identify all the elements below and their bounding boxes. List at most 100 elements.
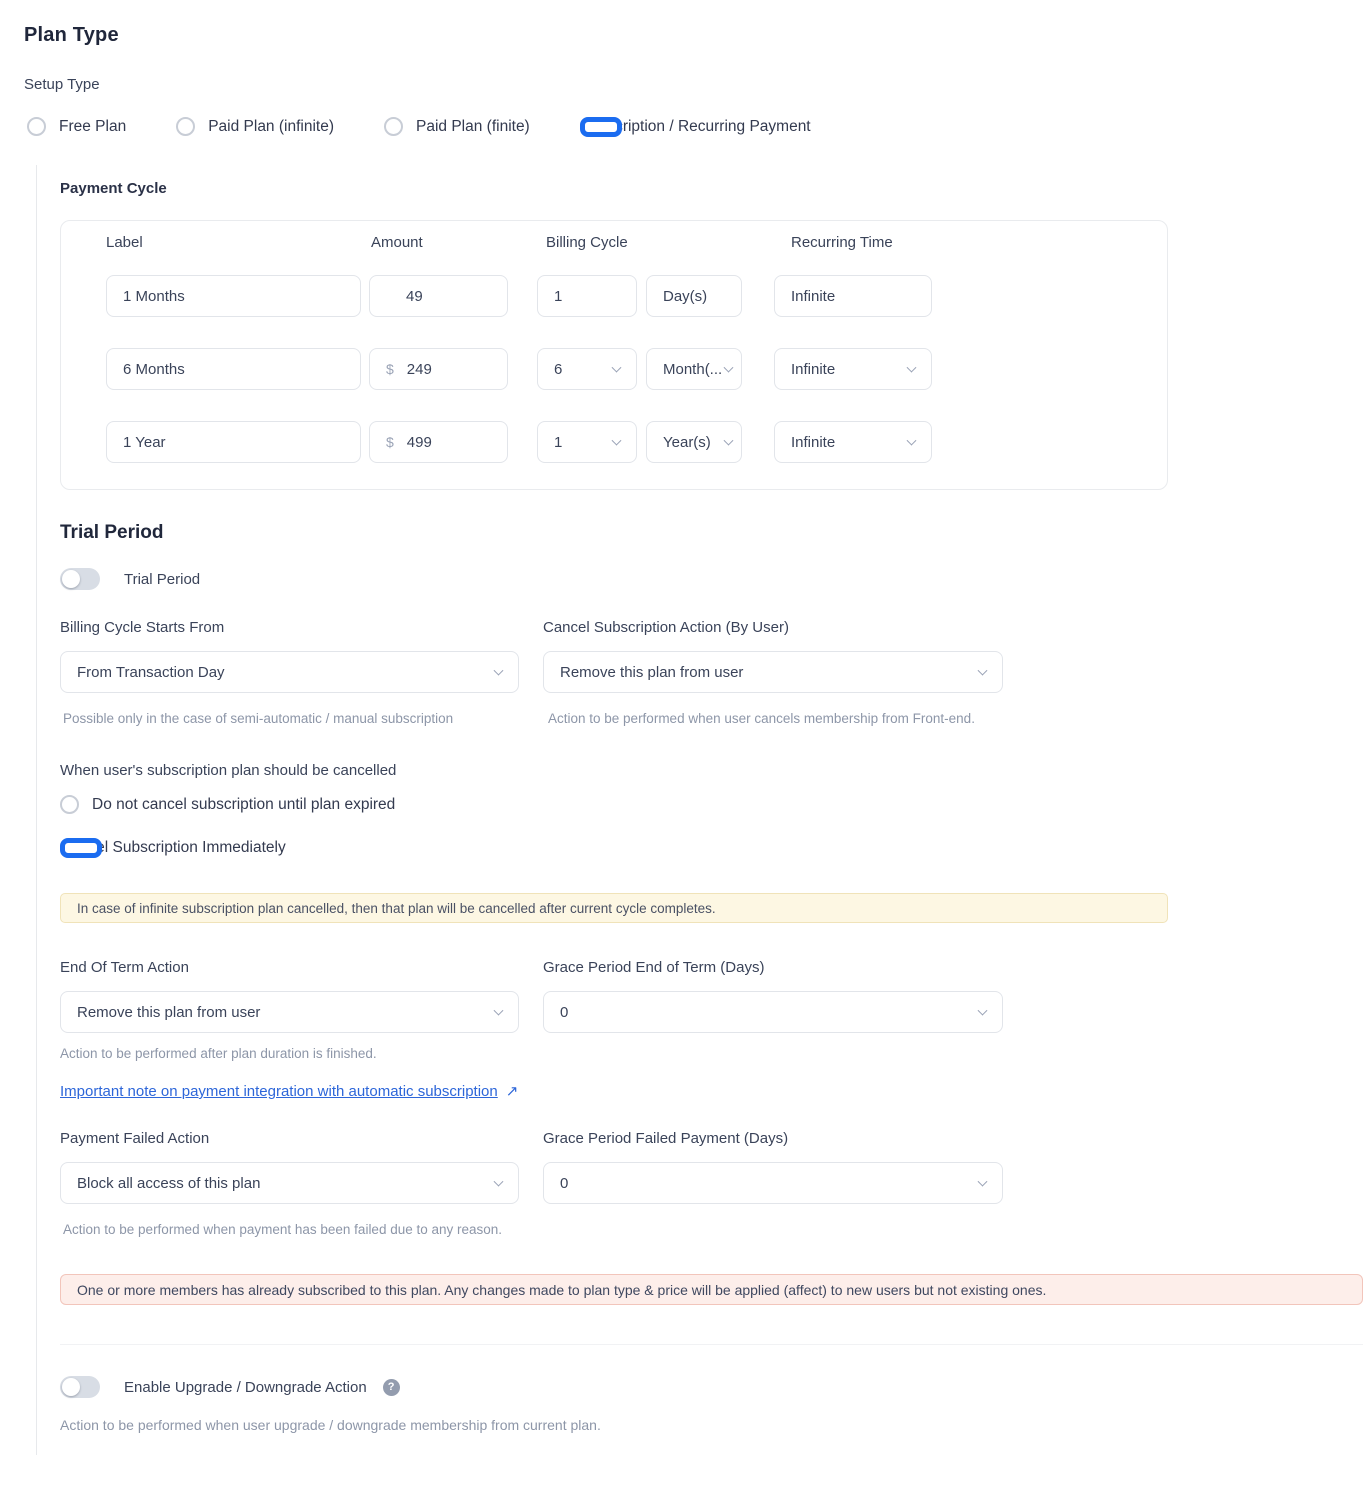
grace-end-select[interactable]: 0	[543, 991, 1003, 1033]
payment-failed-label: Payment Failed Action	[60, 1130, 209, 1147]
payment-failed-help: Action to be performed when payment has …	[63, 1220, 508, 1240]
chevron-down-icon	[978, 1006, 988, 1016]
chevron-down-icon	[907, 363, 917, 373]
setup-type-radio-group: Free Plan Paid Plan (infinite) Paid Plan…	[27, 117, 811, 136]
trial-period-toggle-label: Trial Period	[124, 571, 200, 588]
plan-type-settings-page: Plan Type Setup Type Free Plan Paid Plan…	[0, 0, 1366, 1485]
cycle-count-select[interactable]: 6	[537, 348, 637, 390]
cycle-count-select[interactable]: 1	[537, 421, 637, 463]
cycle-amount-input[interactable]: 49	[369, 275, 508, 317]
radio-label: Do not cancel subscription until plan ex…	[92, 796, 395, 814]
input-value: Day(s)	[663, 288, 707, 305]
payment-cycle-panel: Label Amount Billing Cycle Recurring Tim…	[60, 220, 1168, 490]
select-value: Remove this plan from user	[560, 664, 743, 681]
upgrade-help: Action to be performed when user upgrade…	[60, 1415, 760, 1435]
radio-cancel-immediately[interactable]: Cancel Subscription Immediately	[60, 839, 286, 857]
notice-text: In case of infinite subscription plan ca…	[77, 901, 716, 916]
cycle-label-input[interactable]: 6 Months	[106, 348, 361, 390]
help-question-icon[interactable]: ?	[383, 1379, 400, 1396]
cancel-action-label: Cancel Subscription Action (By User)	[543, 619, 789, 636]
column-header-billing-cycle: Billing Cycle	[546, 234, 628, 251]
input-value: 1	[554, 288, 562, 305]
select-value: From Transaction Day	[77, 664, 225, 681]
select-value: Infinite	[791, 361, 835, 378]
grace-failed-select[interactable]: 0	[543, 1162, 1003, 1204]
currency-symbol: $	[386, 361, 394, 377]
cancel-action-select[interactable]: Remove this plan from user	[543, 651, 1003, 693]
setup-type-label: Setup Type	[24, 76, 100, 93]
chevron-down-icon	[612, 363, 622, 373]
billing-start-label: Billing Cycle Starts From	[60, 619, 224, 636]
radio-free-plan[interactable]: Free Plan	[27, 117, 126, 136]
radio-paid-plan-infinite[interactable]: Paid Plan (infinite)	[176, 117, 334, 136]
radio-unselected-icon	[60, 795, 79, 814]
chevron-down-icon	[494, 1177, 504, 1187]
end-of-term-help: Action to be performed after plan durati…	[60, 1044, 530, 1064]
chevron-down-icon	[907, 436, 917, 446]
input-value: 6 Months	[123, 361, 185, 378]
cancel-action-help: Action to be performed when user cancels…	[548, 709, 1000, 729]
cycle-amount-input[interactable]: $499	[369, 421, 508, 463]
radio-selected-icon	[580, 117, 622, 137]
radio-unselected-icon	[384, 117, 403, 136]
payment-note-link[interactable]: Important note on payment integration wi…	[60, 1083, 498, 1100]
column-header-amount: Amount	[371, 234, 423, 251]
payment-cycle-title: Payment Cycle	[60, 180, 167, 197]
payment-failed-select[interactable]: Block all access of this plan	[60, 1162, 519, 1204]
upgrade-downgrade-toggle[interactable]	[60, 1376, 100, 1398]
infinite-cancel-notice: In case of infinite subscription plan ca…	[60, 893, 1168, 923]
chevron-down-icon	[724, 436, 734, 446]
billing-start-select[interactable]: From Transaction Day	[60, 651, 519, 693]
trial-period-title: Trial Period	[60, 522, 163, 544]
radio-selected-icon	[60, 838, 102, 858]
radio-do-not-cancel[interactable]: Do not cancel subscription until plan ex…	[60, 795, 395, 814]
chevron-down-icon	[978, 666, 988, 676]
toggle-knob-icon	[62, 570, 80, 588]
select-value: 0	[560, 1004, 568, 1021]
input-value: 249	[407, 361, 432, 378]
select-value: Infinite	[791, 434, 835, 451]
notice-text: One or more members has already subscrib…	[77, 1282, 1046, 1298]
members-subscribed-notice: One or more members has already subscrib…	[60, 1274, 1363, 1305]
input-value: 499	[407, 434, 432, 451]
recurring-time-field[interactable]: Infinite	[774, 275, 932, 317]
select-value: 1	[554, 434, 562, 451]
section-divider	[60, 1344, 1363, 1345]
chevron-down-icon	[978, 1177, 988, 1187]
chevron-down-icon	[494, 666, 504, 676]
select-value: Year(s)	[663, 434, 711, 451]
cycle-unit-select[interactable]: Year(s)	[646, 421, 742, 463]
currency-symbol: $	[386, 434, 394, 450]
grace-end-label: Grace Period End of Term (Days)	[543, 959, 764, 976]
input-value: 1 Year	[123, 434, 166, 451]
select-value: 0	[560, 1175, 568, 1192]
select-value: 6	[554, 361, 562, 378]
trial-period-toggle[interactable]	[60, 568, 100, 590]
cycle-label-input[interactable]: 1 Months	[106, 275, 361, 317]
cycle-count-input[interactable]: 1	[537, 275, 637, 317]
radio-label: Free Plan	[59, 118, 126, 136]
payment-note-link-row: Important note on payment integration wi…	[60, 1082, 518, 1101]
select-value: Month(...	[663, 361, 721, 378]
cancel-when-label: When user's subscription plan should be …	[60, 762, 396, 779]
radio-unselected-icon	[27, 117, 46, 136]
radio-paid-plan-finite[interactable]: Paid Plan (finite)	[384, 117, 530, 136]
chevron-down-icon	[724, 363, 734, 373]
chevron-down-icon	[494, 1006, 504, 1016]
end-of-term-select[interactable]: Remove this plan from user	[60, 991, 519, 1033]
select-value: Remove this plan from user	[77, 1004, 260, 1021]
cycle-amount-input[interactable]: $249	[369, 348, 508, 390]
billing-start-help: Possible only in the case of semi-automa…	[63, 709, 533, 729]
cycle-unit-select[interactable]: Month(...	[646, 348, 742, 390]
input-value: Infinite	[791, 288, 835, 305]
select-value: Block all access of this plan	[77, 1175, 260, 1192]
radio-subscription-recurring[interactable]: Subscription / Recurring Payment	[580, 118, 811, 136]
recurring-time-select[interactable]: Infinite	[774, 348, 932, 390]
cycle-unit-field[interactable]: Day(s)	[646, 275, 742, 317]
recurring-time-select[interactable]: Infinite	[774, 421, 932, 463]
radio-label: Paid Plan (infinite)	[208, 118, 334, 136]
column-header-label: Label	[106, 234, 143, 251]
grace-failed-label: Grace Period Failed Payment (Days)	[543, 1130, 788, 1147]
radio-unselected-icon	[176, 117, 195, 136]
cycle-label-input[interactable]: 1 Year	[106, 421, 361, 463]
